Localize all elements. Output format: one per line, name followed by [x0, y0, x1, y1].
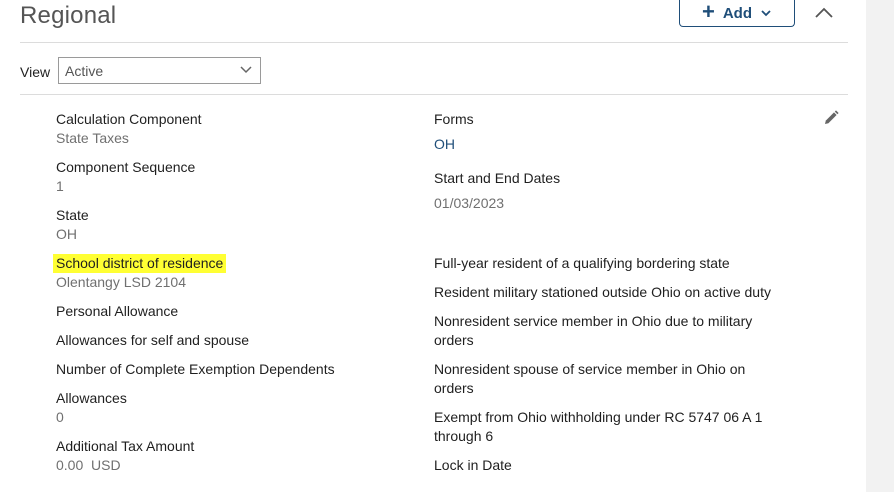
allowances-value: 0: [56, 409, 64, 425]
full-year-resident-label: Full-year resident of a qualifying borde…: [434, 255, 730, 271]
chevron-down-icon: [240, 66, 252, 74]
personal-allowance-label: Personal Allowance: [56, 303, 179, 319]
additional-tax-amount-value: 0.00 USD: [56, 457, 121, 473]
view-divider: [20, 94, 848, 95]
view-select[interactable]: Active: [58, 57, 261, 84]
forms-link[interactable]: OH: [434, 135, 455, 154]
lock-in-date-label: Lock in Date: [434, 457, 512, 473]
allowances-self-spouse-label: Allowances for self and spouse: [56, 332, 249, 348]
state-label: State: [56, 207, 89, 223]
plus-icon: +: [701, 0, 715, 24]
view-select-value: Active: [65, 62, 104, 79]
view-label: View: [20, 64, 51, 80]
school-district-value: Olentangy LSD 2104: [56, 274, 186, 290]
calculation-component-value: State Taxes: [56, 130, 129, 146]
forms-label: Forms: [434, 111, 474, 127]
start-end-dates-label: Start and End Dates: [434, 170, 561, 186]
right-gutter: [866, 0, 894, 492]
chevron-down-icon: [761, 10, 771, 17]
calculation-component-label: Calculation Component: [56, 111, 202, 127]
additional-tax-amount-label: Additional Tax Amount: [56, 438, 195, 454]
add-button[interactable]: + Add: [679, 0, 795, 27]
allowances-label: Allowances: [56, 390, 127, 406]
component-sequence-label: Component Sequence: [56, 159, 196, 175]
state-value: OH: [56, 226, 77, 242]
start-end-dates-value: 01/03/2023: [434, 195, 505, 211]
exempt-withholding-label: Exempt from Ohio withholding under RC 57…: [434, 409, 763, 444]
component-sequence-value: 1: [56, 178, 64, 194]
add-button-label: Add: [722, 4, 753, 22]
collapse-icon[interactable]: [812, 2, 836, 22]
nonresident-spouse-label: Nonresident spouse of service member in …: [434, 361, 746, 396]
pencil-icon[interactable]: [822, 109, 840, 127]
exemption-dependents-label: Number of Complete Exemption Dependents: [56, 361, 335, 377]
nonresident-service-member-label: Nonresident service member in Ohio due t…: [434, 313, 753, 348]
header-divider: [20, 42, 848, 43]
section-title: Regional: [20, 2, 117, 29]
school-district-label: School district of residence: [53, 254, 227, 273]
resident-military-label: Resident military stationed outside Ohio…: [434, 284, 771, 300]
